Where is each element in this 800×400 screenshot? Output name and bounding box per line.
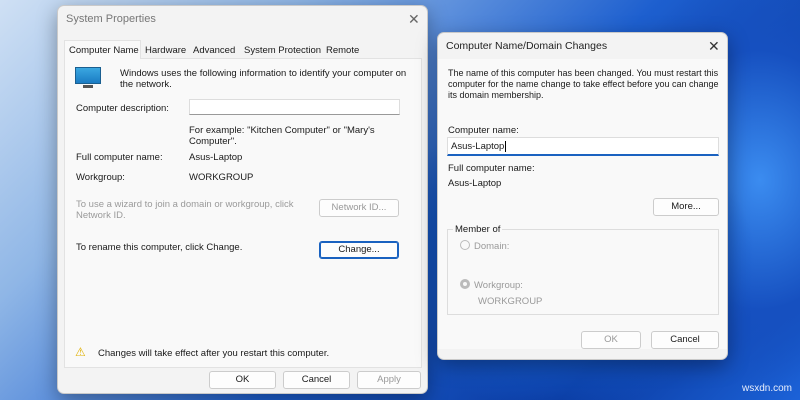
system-properties-dialog: System Properties ✕ Computer Name Hardwa… (57, 5, 428, 394)
tab-remote[interactable]: Remote (326, 45, 359, 56)
domain-changes-dialog: Computer Name/Domain Changes ✕ The name … (437, 32, 728, 360)
full-name-label: Full computer name: (448, 163, 535, 174)
cancel-button[interactable]: Cancel (283, 371, 350, 389)
tab-system-protection[interactable]: System Protection (244, 45, 321, 56)
member-of-label: Member of (453, 224, 503, 235)
ok-button[interactable]: OK (581, 331, 641, 349)
domain-radio[interactable] (460, 240, 470, 250)
close-icon[interactable]: ✕ (408, 11, 420, 28)
rename-text: To rename this computer, click Change. (76, 242, 243, 253)
workgroup-value: WORKGROUP (478, 296, 543, 307)
dialog-title: System Properties (66, 13, 156, 25)
tab-computer-name[interactable]: Computer Name (69, 45, 139, 56)
full-name-value: Asus-Laptop (189, 152, 243, 163)
tab-hardware[interactable]: Hardware (145, 45, 186, 56)
example-text: For example: "Kitchen Computer" or "Mary… (189, 125, 375, 147)
warning-icon: ⚠ (75, 345, 86, 359)
network-id-button[interactable]: Network ID... (319, 199, 399, 217)
computer-icon (75, 67, 101, 91)
ok-button[interactable]: OK (209, 371, 276, 389)
workgroup-label: Workgroup: (76, 172, 125, 183)
workgroup-label: Workgroup: (474, 280, 523, 291)
cancel-button[interactable]: Cancel (651, 331, 719, 349)
restart-message: The name of this computer has been chang… (448, 68, 719, 100)
change-button[interactable]: Change... (319, 241, 399, 259)
close-icon[interactable]: ✕ (708, 38, 720, 55)
apply-button[interactable]: Apply (357, 371, 421, 389)
intro-text: Windows uses the following information t… (120, 68, 407, 90)
description-label: Computer description: (76, 103, 169, 114)
domain-label: Domain: (474, 241, 510, 252)
tab-advanced[interactable]: Advanced (193, 45, 235, 56)
warning-text: Changes will take effect after you resta… (98, 348, 330, 359)
dialog-title: Computer Name/Domain Changes (446, 40, 608, 52)
full-name-value: Asus-Laptop (448, 178, 502, 189)
full-name-label: Full computer name: (76, 152, 163, 163)
computer-description-input[interactable] (189, 99, 400, 115)
workgroup-value: WORKGROUP (189, 172, 254, 183)
wizard-text: To use a wizard to join a domain or work… (76, 199, 294, 221)
watermark: wsxdn.com (741, 383, 792, 394)
more-button[interactable]: More... (653, 198, 719, 216)
workgroup-radio[interactable] (460, 279, 470, 289)
computer-name-input[interactable]: Asus-Laptop (447, 137, 719, 156)
computer-name-label: Computer name: (448, 125, 519, 136)
